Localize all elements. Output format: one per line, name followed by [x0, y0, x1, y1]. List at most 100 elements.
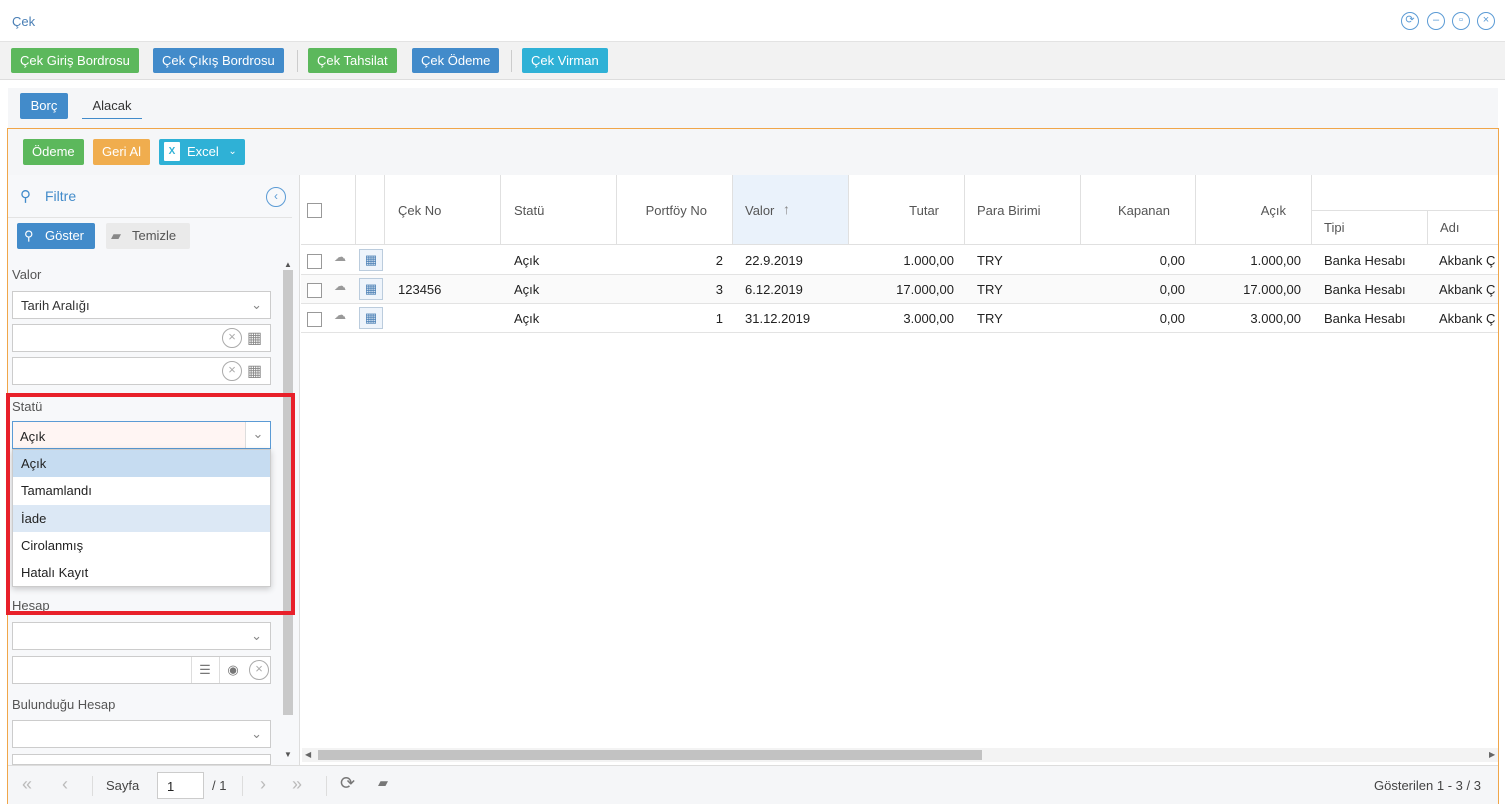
pagination-footer: « ‹ Sayfa 1 / 1 › » ⟳ ▰ Gösterilen 1 - 3…: [8, 765, 1498, 804]
col-portfoy-no[interactable]: Portföy No: [617, 175, 733, 245]
table-detail-icon[interactable]: ▦: [359, 278, 383, 300]
divider: [297, 50, 298, 72]
cell-statu: Açık: [514, 282, 540, 297]
scroll-down-icon[interactable]: ▼: [284, 750, 292, 759]
excel-file-icon: X: [164, 142, 180, 161]
col-kapanan-label: Kapanan: [1117, 203, 1170, 218]
clear-icon[interactable]: ×: [249, 660, 269, 680]
table-row[interactable]: ☁ ▦ Açık 1 31.12.2019 3.000,00 TRY 0,00 3.000,00…: [301, 304, 1498, 333]
col-cek-no[interactable]: Çek No: [385, 175, 501, 245]
odeme-button[interactable]: Ödeme: [23, 139, 84, 165]
highlight-box: [6, 393, 295, 615]
eye-icon[interactable]: ◉: [219, 657, 246, 683]
temizle-button[interactable]: ▰ Temizle: [106, 223, 190, 249]
cell-tutar: 3.000,00: [903, 311, 954, 326]
col-para-birimi[interactable]: Para Birimi: [965, 175, 1081, 245]
temizle-label: Temizle: [132, 228, 177, 243]
cell-kapanan: 0,00: [1159, 311, 1185, 326]
row-checkbox[interactable]: [307, 312, 322, 327]
table-detail-icon[interactable]: ▦: [359, 307, 383, 329]
list-icon[interactable]: ☰: [191, 657, 218, 683]
col-adi-label: Adı: [1440, 220, 1460, 235]
table-row[interactable]: ☁ ▦ 123456 Açık 3 6.12.2019 17.000,00 TRY 0,00 17…: [301, 275, 1498, 304]
refresh-icon[interactable]: ⟳: [340, 773, 355, 794]
bulundugu-hesap-input[interactable]: [12, 754, 271, 765]
valor-select[interactable]: Tarih Aralığı ⌄: [12, 291, 271, 319]
row-checkbox[interactable]: [307, 283, 322, 298]
cek-tahsilat-button[interactable]: Çek Tahsilat: [308, 48, 397, 73]
col-para-label: Para Birimi: [977, 203, 1041, 218]
records-shown: Gösterilen 1 - 3 / 3: [1374, 778, 1481, 793]
col-portfoy-label: Portföy No: [645, 203, 707, 218]
col-group-header: [1312, 175, 1498, 211]
col-valor-label: Valor: [745, 203, 775, 218]
scroll-right-icon[interactable]: ▶: [1489, 750, 1495, 759]
valor-end-date[interactable]: × ▦: [12, 357, 271, 385]
tab-alacak[interactable]: Alacak: [82, 93, 142, 119]
divider: [511, 50, 512, 72]
title-bar: Çek ⟳ – ▫ ×: [0, 0, 1505, 42]
col-acik-label: Açık: [1260, 203, 1286, 218]
cek-virman-button[interactable]: Çek Virman: [522, 48, 608, 73]
restore-icon[interactable]: ▫: [1452, 12, 1470, 30]
valor-start-date[interactable]: × ▦: [12, 324, 271, 352]
page-total: / 1: [212, 778, 227, 793]
col-acik[interactable]: Açık: [1196, 175, 1312, 245]
col-statu[interactable]: Statü: [501, 175, 617, 245]
calendar-icon[interactable]: ▦: [247, 328, 262, 348]
first-page-icon[interactable]: «: [22, 774, 32, 795]
goster-button[interactable]: ⚲ Göster: [17, 223, 95, 249]
prev-page-icon[interactable]: ‹: [62, 774, 68, 795]
col-valor[interactable]: Valor ↑: [733, 175, 849, 245]
geri-al-button[interactable]: Geri Al: [93, 139, 151, 165]
cloud-download-icon[interactable]: ☁: [334, 308, 346, 322]
grid-scroll-thumb[interactable]: [318, 750, 982, 760]
cek-cikis-bordrosu-button[interactable]: Çek Çıkış Bordrosu: [153, 48, 284, 73]
collapse-sidebar-icon[interactable]: ‹: [266, 187, 286, 207]
hesap-select[interactable]: ⌄: [12, 622, 271, 650]
page-number-input[interactable]: 1: [157, 772, 204, 799]
excel-button[interactable]: X Excel ⌄: [159, 139, 245, 165]
next-page-icon[interactable]: ›: [260, 774, 266, 795]
cell-acik: 3.000,00: [1250, 311, 1301, 326]
cell-statu: Açık: [514, 253, 540, 268]
col-adi[interactable]: Adı: [1428, 211, 1498, 245]
row-checkbox[interactable]: [307, 254, 322, 269]
cloud-download-icon[interactable]: ☁: [334, 279, 346, 293]
cek-giris-bordrosu-button[interactable]: Çek Giriş Bordrosu: [11, 48, 139, 73]
search-icon: ⚲: [20, 188, 31, 205]
cek-odeme-button[interactable]: Çek Ödeme: [412, 48, 500, 73]
data-grid: Çek No Statü Portföy No Valor ↑ Tutar Par…: [301, 175, 1498, 765]
col-kapanan[interactable]: Kapanan: [1081, 175, 1196, 245]
minimize-icon[interactable]: –: [1427, 12, 1445, 30]
last-page-icon[interactable]: »: [292, 774, 302, 795]
scroll-up-icon[interactable]: ▲: [284, 260, 292, 269]
chevron-down-icon: ⌄: [251, 628, 262, 643]
cell-tutar: 1.000,00: [903, 253, 954, 268]
cell-portfoy: 3: [715, 282, 723, 297]
tab-strip: [8, 88, 1498, 128]
col-tipi[interactable]: Tipi: [1312, 211, 1428, 245]
cloud-download-icon[interactable]: ☁: [334, 250, 346, 264]
col-tutar[interactable]: Tutar: [849, 175, 965, 245]
calendar-icon[interactable]: ▦: [247, 361, 262, 381]
hesap-input[interactable]: ☰ ◉ ×: [12, 656, 271, 684]
clear-icon[interactable]: ×: [222, 361, 242, 381]
tab-borc[interactable]: Borç: [20, 93, 68, 119]
close-icon[interactable]: ×: [1477, 12, 1495, 30]
bulundugu-hesap-select[interactable]: ⌄: [12, 720, 271, 748]
eraser-icon[interactable]: ▰: [378, 775, 388, 791]
refresh-icon[interactable]: ⟳: [1401, 12, 1419, 30]
select-all-checkbox[interactable]: [307, 203, 322, 218]
cell-portfoy: 1: [715, 311, 723, 326]
search-icon: ⚲: [24, 228, 34, 243]
clear-icon[interactable]: ×: [222, 328, 242, 348]
filter-title: Filtre: [45, 188, 77, 204]
cell-valor: 22.9.2019: [745, 253, 803, 268]
table-row[interactable]: ☁ ▦ Açık 2 22.9.2019 1.000,00 TRY 0,00 1.000,00 B…: [301, 246, 1498, 275]
cell-tipi: Banka Hesabı: [1324, 282, 1406, 297]
col-cek-no-label: Çek No: [398, 203, 442, 218]
table-detail-icon[interactable]: ▦: [359, 249, 383, 271]
chevron-down-icon: ⌄: [228, 146, 237, 157]
scroll-left-icon[interactable]: ◀: [305, 750, 311, 759]
